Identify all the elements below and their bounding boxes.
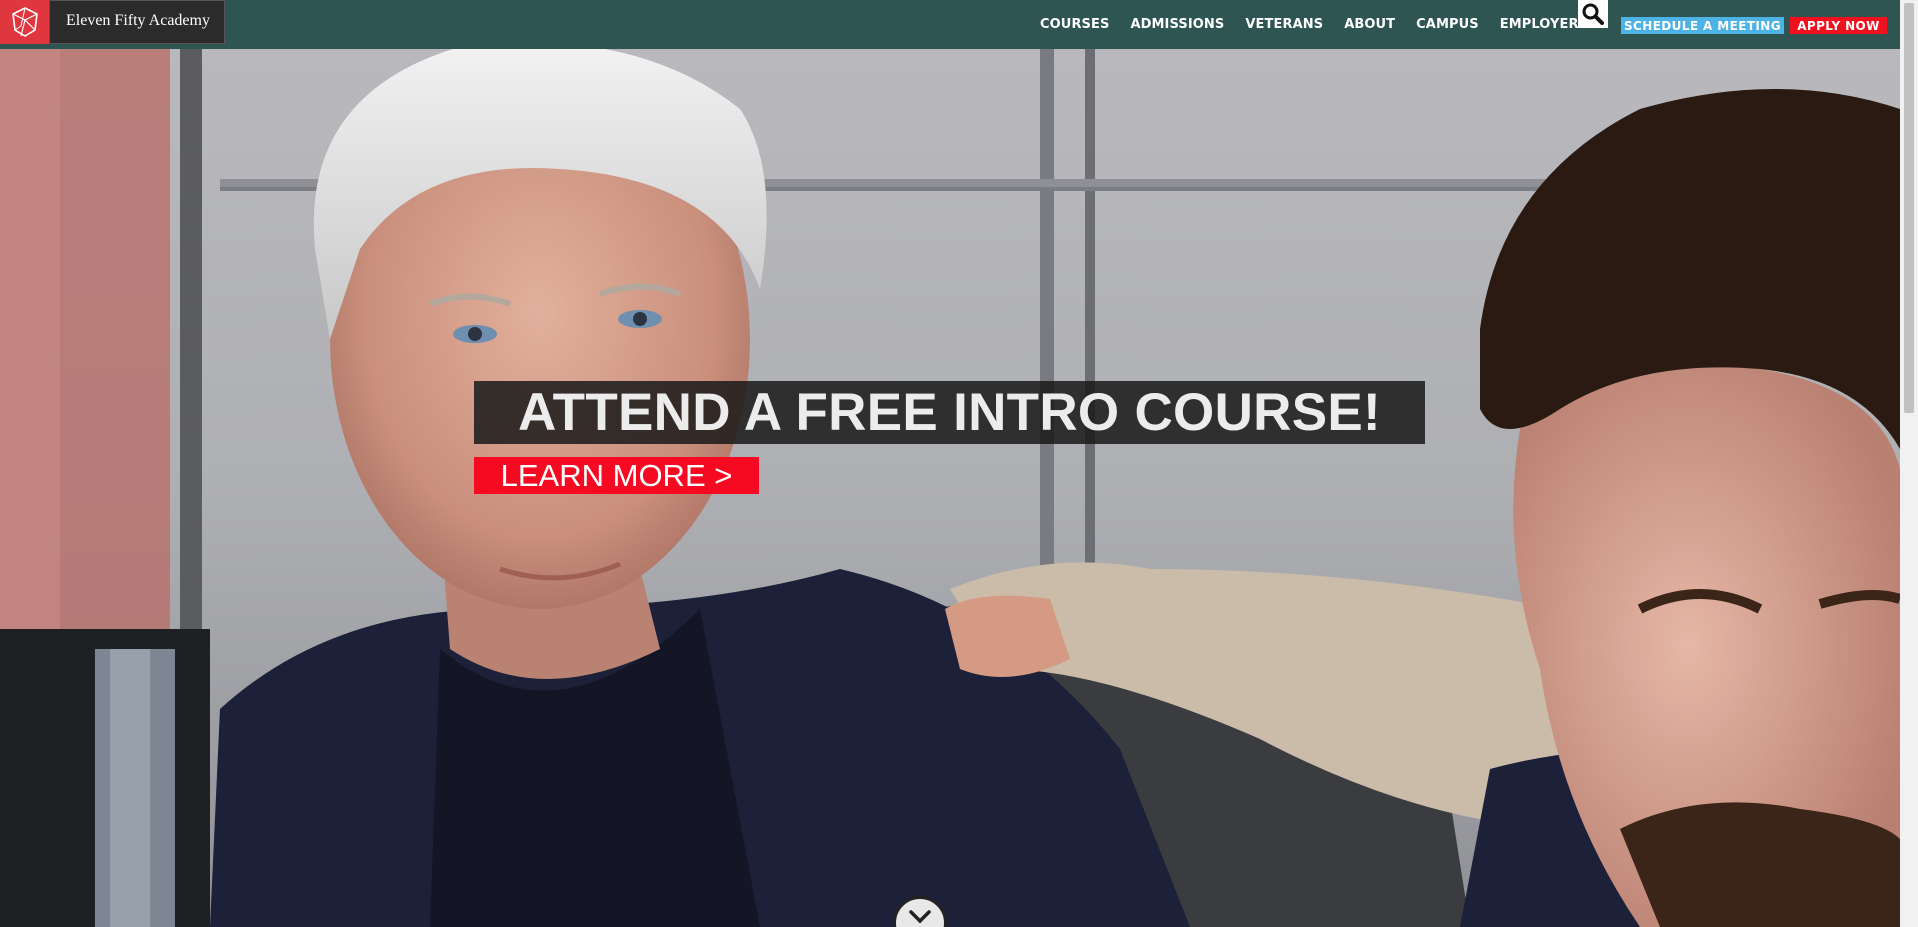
nav-about[interactable]: ABOUT bbox=[1344, 17, 1395, 32]
nav-employers[interactable]: EMPLOYERS bbox=[1500, 17, 1588, 32]
hero-headline-box: ATTEND A FREE INTRO COURSE! bbox=[474, 381, 1425, 444]
page: Eleven Fifty Academy COURSES ADMISSIONS … bbox=[0, 0, 1918, 927]
nav-campus[interactable]: CAMPUS bbox=[1416, 17, 1479, 32]
nav-veterans[interactable]: VETERANS bbox=[1245, 17, 1323, 32]
hero-background-image bbox=[0, 49, 1900, 927]
search-button[interactable] bbox=[1578, 0, 1608, 28]
logo-box[interactable]: Eleven Fifty Academy bbox=[49, 0, 225, 44]
logo-mark[interactable] bbox=[0, 0, 49, 44]
logo-text: Eleven Fifty Academy bbox=[66, 12, 210, 29]
main-nav: COURSES ADMISSIONS VETERANS ABOUT CAMPUS… bbox=[1040, 0, 1609, 49]
search-icon bbox=[1582, 3, 1604, 25]
scrollbar-thumb[interactable] bbox=[1904, 3, 1914, 413]
chevron-down-icon bbox=[909, 910, 931, 924]
learn-more-button[interactable]: LEARN MORE > bbox=[474, 457, 759, 494]
site-header: Eleven Fifty Academy COURSES ADMISSIONS … bbox=[0, 0, 1900, 49]
nav-courses[interactable]: COURSES bbox=[1040, 17, 1109, 32]
nav-admissions[interactable]: ADMISSIONS bbox=[1130, 17, 1224, 32]
schedule-meeting-button[interactable]: SCHEDULE A MEETING bbox=[1621, 17, 1784, 34]
apply-now-button[interactable]: APPLY NOW bbox=[1790, 17, 1887, 34]
page-scrollbar[interactable] bbox=[1900, 0, 1918, 927]
geometric-shield-icon bbox=[11, 7, 38, 37]
hero-headline: ATTEND A FREE INTRO COURSE! bbox=[518, 383, 1381, 442]
hero-photo bbox=[0, 49, 1900, 927]
